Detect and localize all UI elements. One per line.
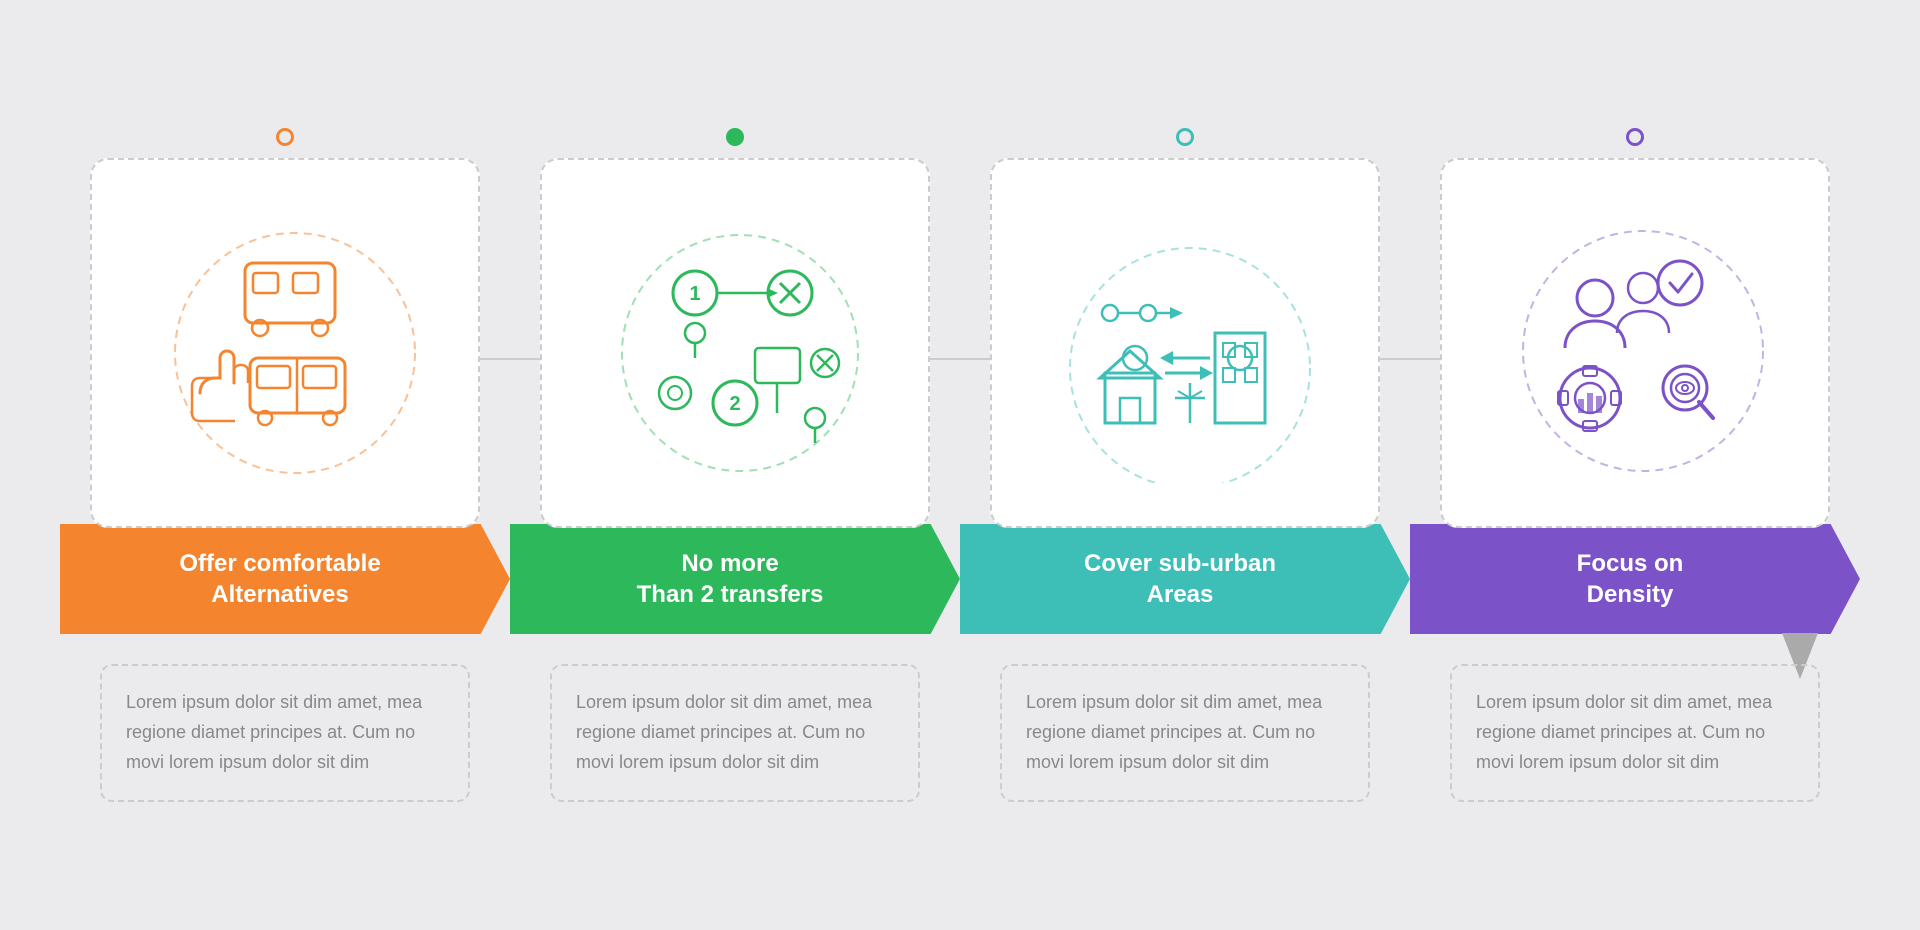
infographic: 1 <box>60 128 1860 801</box>
dot-3 <box>1176 128 1194 146</box>
arrow-label-1: Offer comfortable Alternatives <box>159 548 410 610</box>
desc-text-4: Lorem ipsum dolor sit dim amet, mea regi… <box>1476 688 1794 777</box>
desc-item-2: Lorem ipsum dolor sit dim amet, mea regi… <box>510 664 960 801</box>
card-transfers: 1 <box>540 158 930 528</box>
desc-text-1: Lorem ipsum dolor sit dim amet, mea regi… <box>126 688 444 777</box>
svg-text:1: 1 <box>689 283 700 305</box>
arrow-label-3: Cover sub-urban Areas <box>1064 548 1306 610</box>
arrow-label-4: Focus on Density <box>1557 548 1714 610</box>
desc-item-3: Lorem ipsum dolor sit dim amet, mea regi… <box>960 664 1410 801</box>
arrow-label-2: No more Than 2 transfers <box>617 548 854 610</box>
icon-suburban <box>1045 203 1325 483</box>
desc-box-2: Lorem ipsum dolor sit dim amet, mea regi… <box>550 664 920 801</box>
arrow-transfers: No more Than 2 transfers <box>510 524 960 634</box>
arrow-alternatives: Offer comfortable Alternatives <box>60 524 510 634</box>
card-wrapper-4 <box>1410 128 1860 528</box>
icon-density <box>1495 203 1775 483</box>
desc-box-1: Lorem ipsum dolor sit dim amet, mea regi… <box>100 664 470 801</box>
dot-4 <box>1626 128 1644 146</box>
desc-text-3: Lorem ipsum dolor sit dim amet, mea regi… <box>1026 688 1344 777</box>
dot-1 <box>276 128 294 146</box>
desc-item-1: Lorem ipsum dolor sit dim amet, mea regi… <box>60 664 510 801</box>
arrows-row: Offer comfortable Alternatives No more T… <box>60 524 1860 634</box>
card-suburban <box>990 158 1380 528</box>
desc-item-4: Lorem ipsum dolor sit dim amet, mea regi… <box>1410 664 1860 801</box>
dot-2 <box>726 128 744 146</box>
card-density <box>1440 158 1830 528</box>
desc-text-2: Lorem ipsum dolor sit dim amet, mea regi… <box>576 688 894 777</box>
svg-text:2: 2 <box>729 393 740 415</box>
icon-transfers: 1 <box>595 203 875 483</box>
card-alternatives <box>90 158 480 528</box>
desc-row: Lorem ipsum dolor sit dim amet, mea regi… <box>60 664 1860 801</box>
desc-box-3: Lorem ipsum dolor sit dim amet, mea regi… <box>1000 664 1370 801</box>
arrow-density: Focus on Density <box>1410 524 1860 634</box>
card-wrapper-2: 1 <box>510 128 960 528</box>
desc-box-4: Lorem ipsum dolor sit dim amet, mea regi… <box>1450 664 1820 801</box>
icon-alternatives <box>145 203 425 483</box>
arrow-suburban: Cover sub-urban Areas <box>960 524 1410 634</box>
arrows-row-wrapper: Offer comfortable Alternatives No more T… <box>60 524 1860 634</box>
cards-row: 1 <box>60 128 1860 528</box>
card-wrapper-3 <box>960 128 1410 528</box>
card-wrapper-1 <box>60 128 510 528</box>
